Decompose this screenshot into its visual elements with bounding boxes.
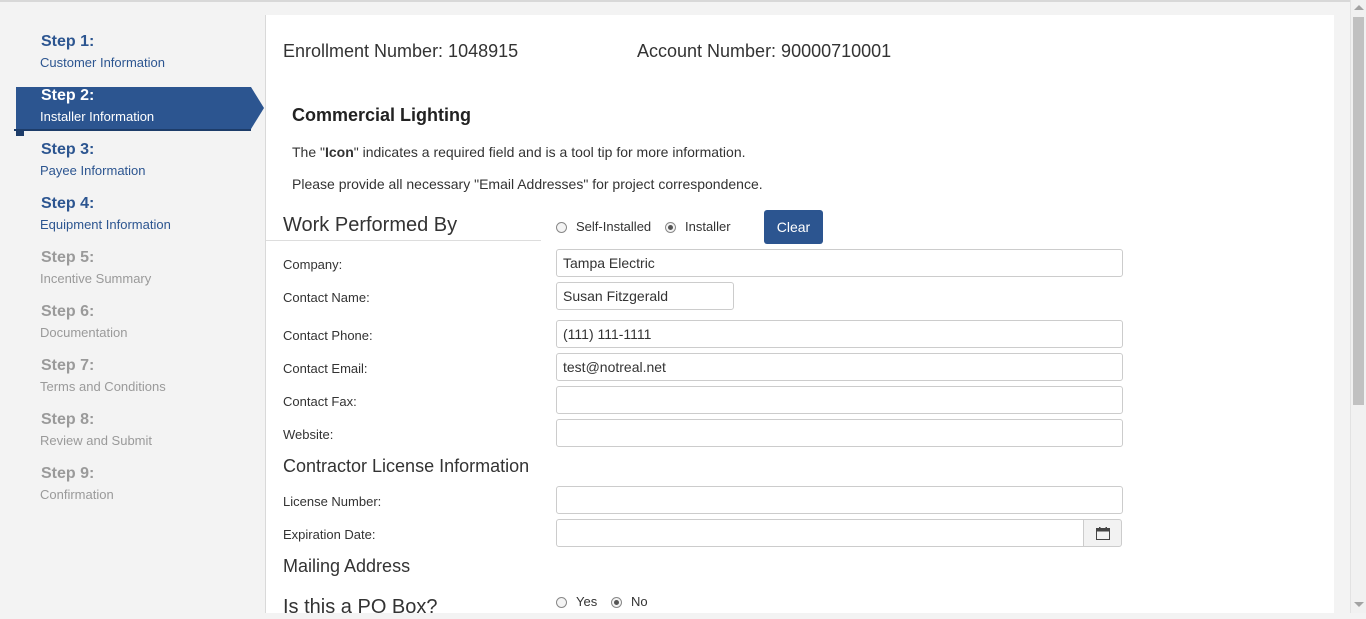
step-6: Step 6: Documentation (0, 285, 265, 340)
step-label: Payee Information (40, 163, 146, 178)
mailing-address-heading: Mailing Address (283, 556, 411, 576)
step-5: Step 5: Incentive Summary (0, 231, 265, 286)
contact-email-label: Contact Email: (283, 361, 368, 376)
top-divider (0, 0, 1366, 2)
step-number: Step 5: (41, 249, 95, 266)
step-9: Step 9: Confirmation (0, 447, 265, 502)
scroll-up-icon[interactable] (1354, 5, 1364, 10)
step-3[interactable]: Step 3: Payee Information (0, 123, 265, 178)
vertical-scrollbar[interactable] (1350, 0, 1366, 613)
step-2[interactable]: Step 2: Installer Information (0, 69, 265, 124)
license-heading: Contractor License Information (283, 456, 530, 476)
step-4[interactable]: Step 4: Equipment Information (0, 177, 265, 232)
contact-phone-label: Contact Phone: (283, 328, 373, 343)
calendar-icon (1096, 527, 1110, 540)
step-number: Step 2: (41, 87, 95, 104)
clear-button[interactable]: Clear (764, 210, 823, 244)
note-icon-word: Icon (324, 144, 354, 160)
step-label: Equipment Information (40, 217, 171, 232)
step-number: Step 3: (41, 141, 95, 158)
page-title: Commercial Lighting (292, 105, 472, 125)
expiration-date-label: Expiration Date: (283, 527, 376, 542)
contact-email-input[interactable]: test@notreal.net (556, 353, 1123, 381)
account-number: Account Number: 90000710001 (637, 41, 892, 61)
contact-fax-input[interactable] (556, 386, 1123, 414)
website-label: Website: (283, 427, 334, 442)
step-7: Step 7: Terms and Conditions (0, 339, 265, 394)
company-input[interactable]: Tampa Electric (556, 249, 1123, 277)
steps-list: Step 2: Installer Information Step 3: Pa… (0, 15, 265, 613)
installer-label: Installer (685, 219, 731, 234)
step-8: Step 8: Review and Submit (0, 393, 265, 448)
contact-name-label: Contact Name: (283, 290, 370, 305)
step-label: Review and Submit (40, 433, 152, 448)
contact-fax-label: Contact Fax: (283, 394, 357, 409)
note-text-pre: The " (292, 144, 325, 160)
license-number-label: License Number: (283, 494, 382, 509)
work-performed-heading: Work Performed By (283, 214, 458, 236)
step-label: Terms and Conditions (40, 379, 166, 394)
po-box-no-radio[interactable] (611, 597, 622, 608)
contact-phone-input[interactable]: (111) 111-1111 (556, 320, 1123, 348)
step-label: Documentation (40, 325, 128, 340)
po-box-question: Is this a PO Box? (283, 596, 438, 618)
po-box-yes-radio[interactable] (556, 597, 567, 608)
step-label: Installer Information (40, 109, 155, 124)
scrollbar-thumb[interactable] (1353, 17, 1364, 405)
step-label: Confirmation (40, 487, 114, 502)
email-note: Please provide all necessary "Email Addr… (292, 176, 763, 192)
step-number: Step 8: (41, 411, 95, 428)
self-installed-label: Self-Installed (576, 219, 652, 234)
installer-radio[interactable] (665, 222, 676, 233)
step-number: Step 9: (41, 465, 95, 482)
step-number: Step 6: (41, 303, 95, 320)
section-divider (266, 240, 541, 241)
po-box-yes-label: Yes (576, 594, 598, 609)
company-label: Company: (283, 257, 343, 272)
expiration-date-input[interactable] (556, 519, 1084, 547)
step-label: Incentive Summary (40, 271, 152, 286)
required-field-note: The "Icon" indicates a required field an… (292, 144, 746, 160)
enrollment-number: Enrollment Number: 1048915 (283, 41, 519, 61)
scroll-down-icon[interactable] (1354, 602, 1364, 607)
calendar-button[interactable] (1083, 519, 1122, 547)
contact-name-input[interactable]: Susan Fitzgerald (556, 282, 734, 310)
step-number: Step 7: (41, 357, 95, 374)
license-number-input[interactable] (556, 486, 1123, 514)
website-input[interactable] (556, 419, 1123, 447)
note-text-post: " indicates a required field and is a to… (353, 144, 746, 160)
po-box-no-label: No (631, 594, 648, 609)
step-number: Step 4: (41, 195, 95, 212)
self-installed-radio[interactable] (556, 222, 567, 233)
